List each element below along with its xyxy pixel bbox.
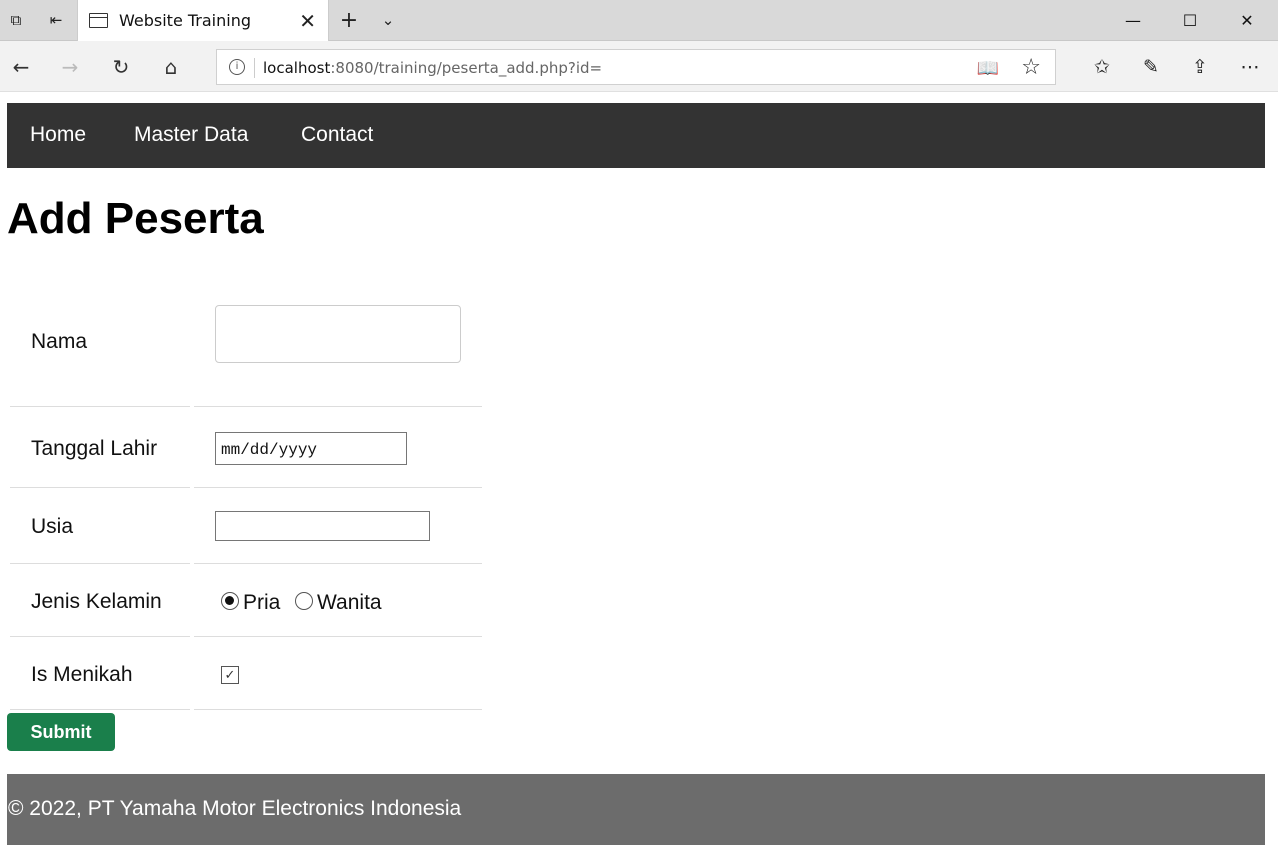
forward-icon[interactable]: → bbox=[56, 53, 84, 81]
notes-pen-icon[interactable]: ✎ bbox=[1137, 53, 1165, 81]
page-content: Home Master Data Contact Add Peserta Nam… bbox=[0, 92, 1278, 845]
favorite-star-icon[interactable]: ☆ bbox=[1021, 55, 1041, 80]
site-navbar: Home Master Data Contact bbox=[7, 103, 1265, 168]
address-bar[interactable]: i localhost:8080/training/peserta_add.ph… bbox=[216, 49, 1056, 85]
submit-button[interactable]: Submit bbox=[7, 713, 115, 751]
row-divider bbox=[10, 636, 190, 637]
row-divider bbox=[194, 636, 482, 637]
row-divider bbox=[10, 563, 190, 564]
checkmark-icon: ✓ bbox=[224, 667, 236, 683]
row-divider bbox=[194, 406, 482, 407]
radio-wanita-label[interactable]: Wanita bbox=[317, 591, 382, 615]
tab-preview-chevron-icon[interactable]: ⌄ bbox=[378, 10, 398, 30]
row-divider bbox=[10, 487, 190, 488]
close-tab-icon[interactable]: ✕ bbox=[299, 9, 316, 33]
set-aside-tabs-icon[interactable]: ⇤ bbox=[46, 10, 66, 30]
browser-window: ⧉ ⇤ Website Training ✕ + ⌄ — ☐ ✕ ← → ↻ ⌂… bbox=[0, 0, 1278, 845]
footer-text: © 2022, PT Yamaha Motor Electronics Indo… bbox=[8, 797, 462, 820]
usia-field[interactable] bbox=[215, 511, 430, 541]
maximize-icon[interactable]: ☐ bbox=[1175, 8, 1205, 32]
nav-contact[interactable]: Contact bbox=[301, 123, 373, 147]
back-icon[interactable]: ← bbox=[7, 53, 35, 81]
nav-master-data[interactable]: Master Data bbox=[134, 123, 248, 147]
url-path: :8080/training/peserta_add.php?id= bbox=[330, 59, 603, 77]
browser-toolbar: ← → ↻ ⌂ i localhost:8080/training/pesert… bbox=[0, 41, 1278, 92]
radio-pria-label[interactable]: Pria bbox=[243, 591, 280, 615]
reading-view-icon[interactable]: 📖 bbox=[977, 58, 999, 79]
jenis-kelamin-label: Jenis Kelamin bbox=[31, 590, 162, 613]
close-window-icon[interactable]: ✕ bbox=[1232, 8, 1262, 32]
radio-pria[interactable] bbox=[221, 592, 239, 610]
refresh-icon[interactable]: ↻ bbox=[107, 53, 135, 81]
site-info-icon[interactable]: i bbox=[229, 59, 245, 75]
url-host: localhost bbox=[263, 59, 331, 77]
row-divider bbox=[10, 406, 190, 407]
row-divider bbox=[194, 487, 482, 488]
nama-label: Nama bbox=[31, 330, 88, 353]
nav-home[interactable]: Home bbox=[30, 123, 86, 147]
minimize-icon[interactable]: — bbox=[1118, 8, 1148, 32]
divider bbox=[254, 58, 255, 78]
tab-manager-icon[interactable]: ⧉ bbox=[6, 10, 26, 30]
tanggal-lahir-field[interactable]: mm/dd/yyyy bbox=[215, 432, 407, 465]
new-tab-icon[interactable]: + bbox=[339, 8, 359, 33]
page-icon bbox=[89, 13, 108, 28]
tanggal-lahir-label: Tanggal Lahir bbox=[31, 437, 158, 460]
footer: © 2022, PT Yamaha Motor Electronics Indo… bbox=[7, 774, 1265, 845]
is-menikah-label: Is Menikah bbox=[31, 663, 133, 686]
row-divider bbox=[194, 709, 482, 710]
home-icon[interactable]: ⌂ bbox=[157, 53, 185, 81]
favorites-icon[interactable]: ✩ bbox=[1088, 53, 1116, 81]
share-icon[interactable]: ⇪ bbox=[1186, 53, 1214, 81]
is-menikah-checkbox[interactable]: ✓ bbox=[221, 666, 239, 684]
nama-field[interactable] bbox=[215, 305, 461, 363]
date-placeholder: mm/dd/yyyy bbox=[221, 441, 318, 459]
row-divider bbox=[194, 563, 482, 564]
tab-website-training[interactable]: Website Training ✕ bbox=[77, 0, 329, 41]
tab-title: Website Training bbox=[119, 11, 251, 30]
radio-wanita[interactable] bbox=[295, 592, 313, 610]
page-title: Add Peserta bbox=[7, 194, 264, 243]
usia-label: Usia bbox=[31, 515, 74, 538]
more-menu-icon[interactable]: ⋯ bbox=[1236, 53, 1264, 81]
row-divider bbox=[10, 709, 190, 710]
tab-bar: ⧉ ⇤ Website Training ✕ + ⌄ — ☐ ✕ bbox=[0, 0, 1278, 41]
url-text[interactable]: localhost:8080/training/peserta_add.php?… bbox=[263, 59, 602, 77]
